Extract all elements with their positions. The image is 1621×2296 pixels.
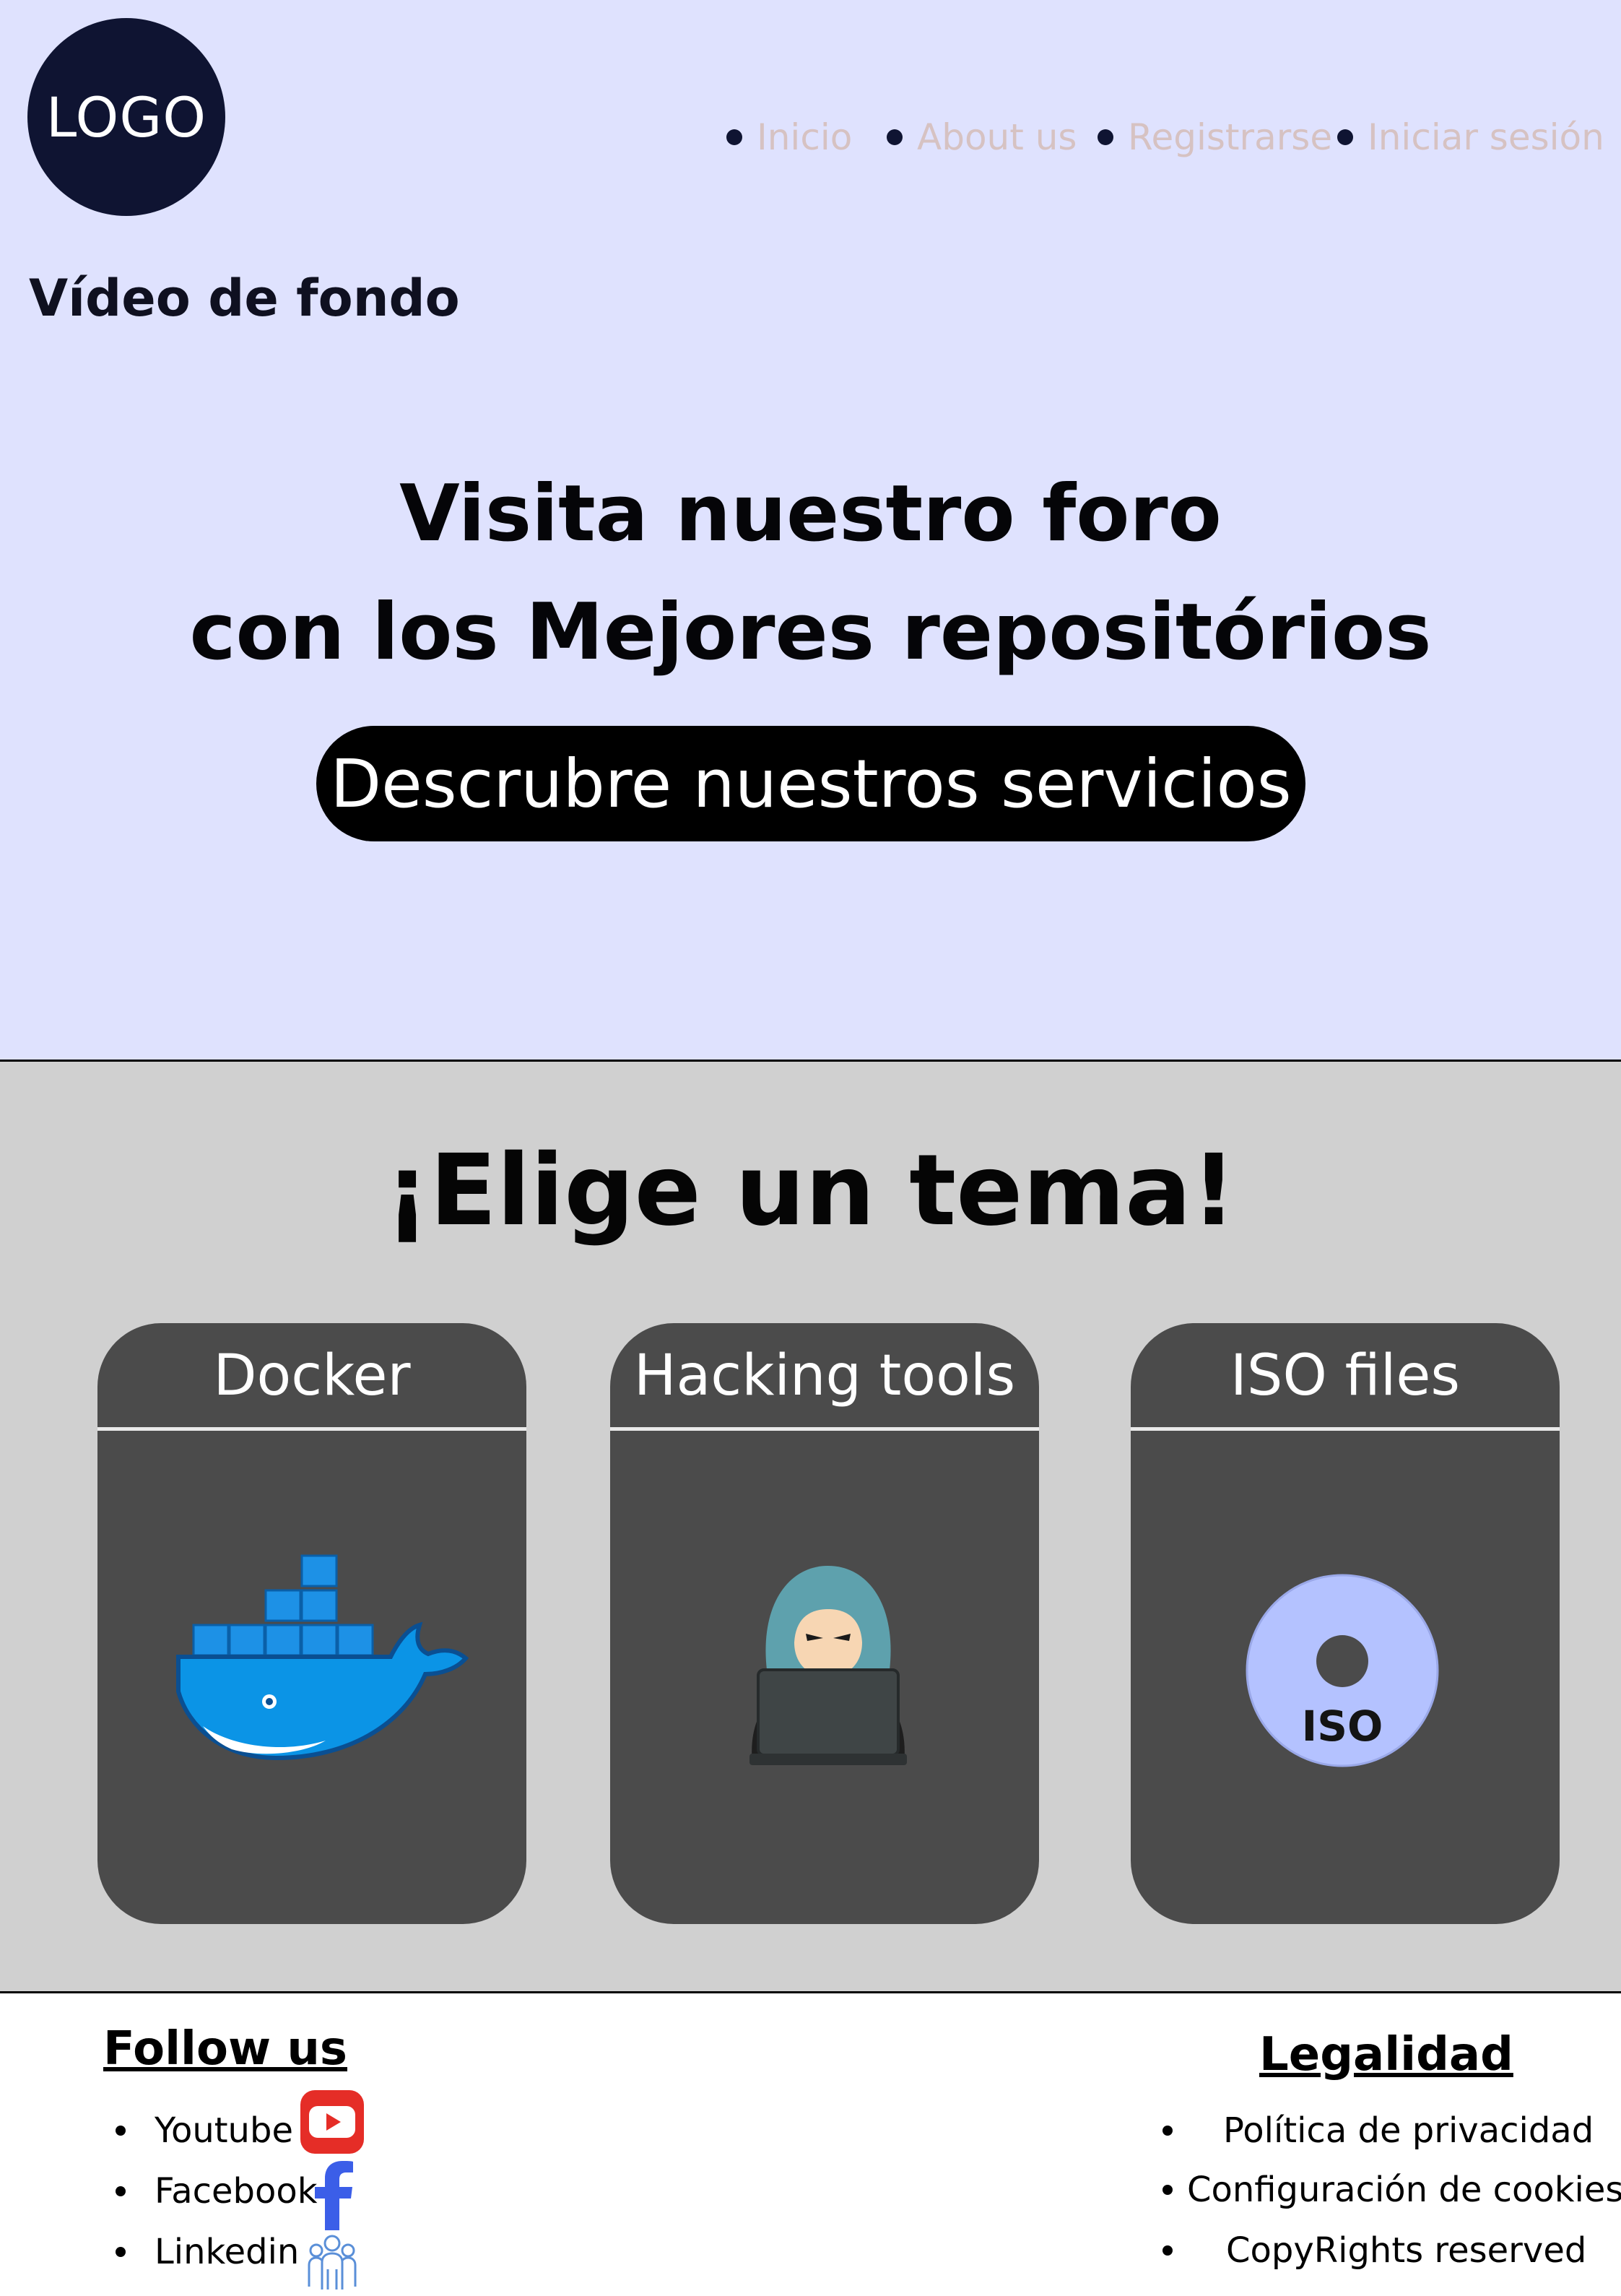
legal-link-privacy-policy[interactable]: Política de privacidad (1162, 2107, 1594, 2154)
social-link-linkedin[interactable]: Linkedin (116, 2229, 299, 2275)
bullet-icon (116, 2126, 126, 2136)
social-link-facebook[interactable]: Facebook (116, 2168, 318, 2214)
nav-item-label: Registrarse (1128, 116, 1333, 158)
nav-item-about-us[interactable]: About us (887, 116, 1077, 159)
bullet-icon (1162, 2245, 1173, 2256)
docker-whale-icon (176, 1554, 469, 1761)
youtube-icon[interactable] (299, 2089, 365, 2155)
bullet-icon (1162, 2126, 1173, 2136)
bullet-icon (887, 129, 903, 145)
iso-disc-icon: ISO (1246, 1574, 1439, 1767)
nav-item-inicio[interactable]: Inicio (726, 116, 852, 159)
topic-card-title: Docker (213, 1343, 411, 1408)
bullet-icon (726, 129, 742, 145)
social-link-label: Facebook (155, 2171, 318, 2211)
topic-card-docker[interactable]: Docker (97, 1323, 526, 1924)
topic-card-iso-files[interactable]: ISO files ISO (1131, 1323, 1560, 1924)
bullet-icon (1098, 129, 1113, 145)
legal-heading: Legalidad (1259, 2028, 1513, 2081)
divider (97, 1427, 526, 1431)
legal-link-label: Política de privacidad (1223, 2110, 1594, 2151)
nav-item-label: Iniciar sesión (1368, 116, 1604, 158)
hero-title-line-1: Visita nuestro foro (399, 469, 1222, 559)
topic-card-hacking-tools[interactable]: Hacking tools (610, 1323, 1039, 1924)
hero-title-line-2: con los Mejores repositórios (189, 587, 1432, 677)
topic-card-title: Hacking tools (633, 1343, 1016, 1408)
legal-link-label: CopyRights reserved (1226, 2230, 1587, 2271)
linkedin-icon[interactable] (303, 2233, 361, 2291)
background-video-label: Vídeo de fondo (29, 269, 460, 328)
divider (610, 1427, 1039, 1431)
iso-label: ISO (1302, 1702, 1383, 1751)
facebook-icon[interactable] (313, 2159, 354, 2232)
legal-link-copyrights[interactable]: CopyRights reserved (1162, 2227, 1586, 2274)
nav-item-iniciar-sesion[interactable]: Iniciar sesión (1337, 116, 1604, 159)
bullet-icon (116, 2186, 126, 2196)
bullet-icon (116, 2247, 126, 2257)
nav-item-label: Inicio (757, 116, 853, 158)
legal-link-cookie-settings[interactable]: Configuración de cookies (1162, 2167, 1621, 2213)
legal-link-label: Configuración de cookies (1187, 2170, 1621, 2210)
nav-item-registrarse[interactable]: Registrarse (1098, 116, 1332, 159)
hacker-icon (749, 1566, 907, 1765)
social-link-label: Linkedin (155, 2232, 300, 2272)
social-link-label: Youtube (155, 2110, 293, 2151)
topic-card-title: ISO files (1230, 1343, 1461, 1408)
bullet-icon (1162, 2185, 1173, 2195)
main-nav: Inicio About us Registrarse Iniciar sesi… (0, 116, 1621, 159)
nav-item-label: About us (917, 116, 1077, 158)
topics-title: ¡Elige un tema! (385, 1134, 1236, 1248)
bullet-icon (1337, 129, 1353, 145)
discover-services-button[interactable]: Descrubre nuestros servicios (316, 726, 1305, 841)
social-link-youtube[interactable]: Youtube (116, 2107, 293, 2154)
follow-us-heading: Follow us (103, 2022, 347, 2076)
hero-title: Visita nuestro foro con los Mejores repo… (0, 455, 1621, 692)
divider (1131, 1427, 1560, 1431)
